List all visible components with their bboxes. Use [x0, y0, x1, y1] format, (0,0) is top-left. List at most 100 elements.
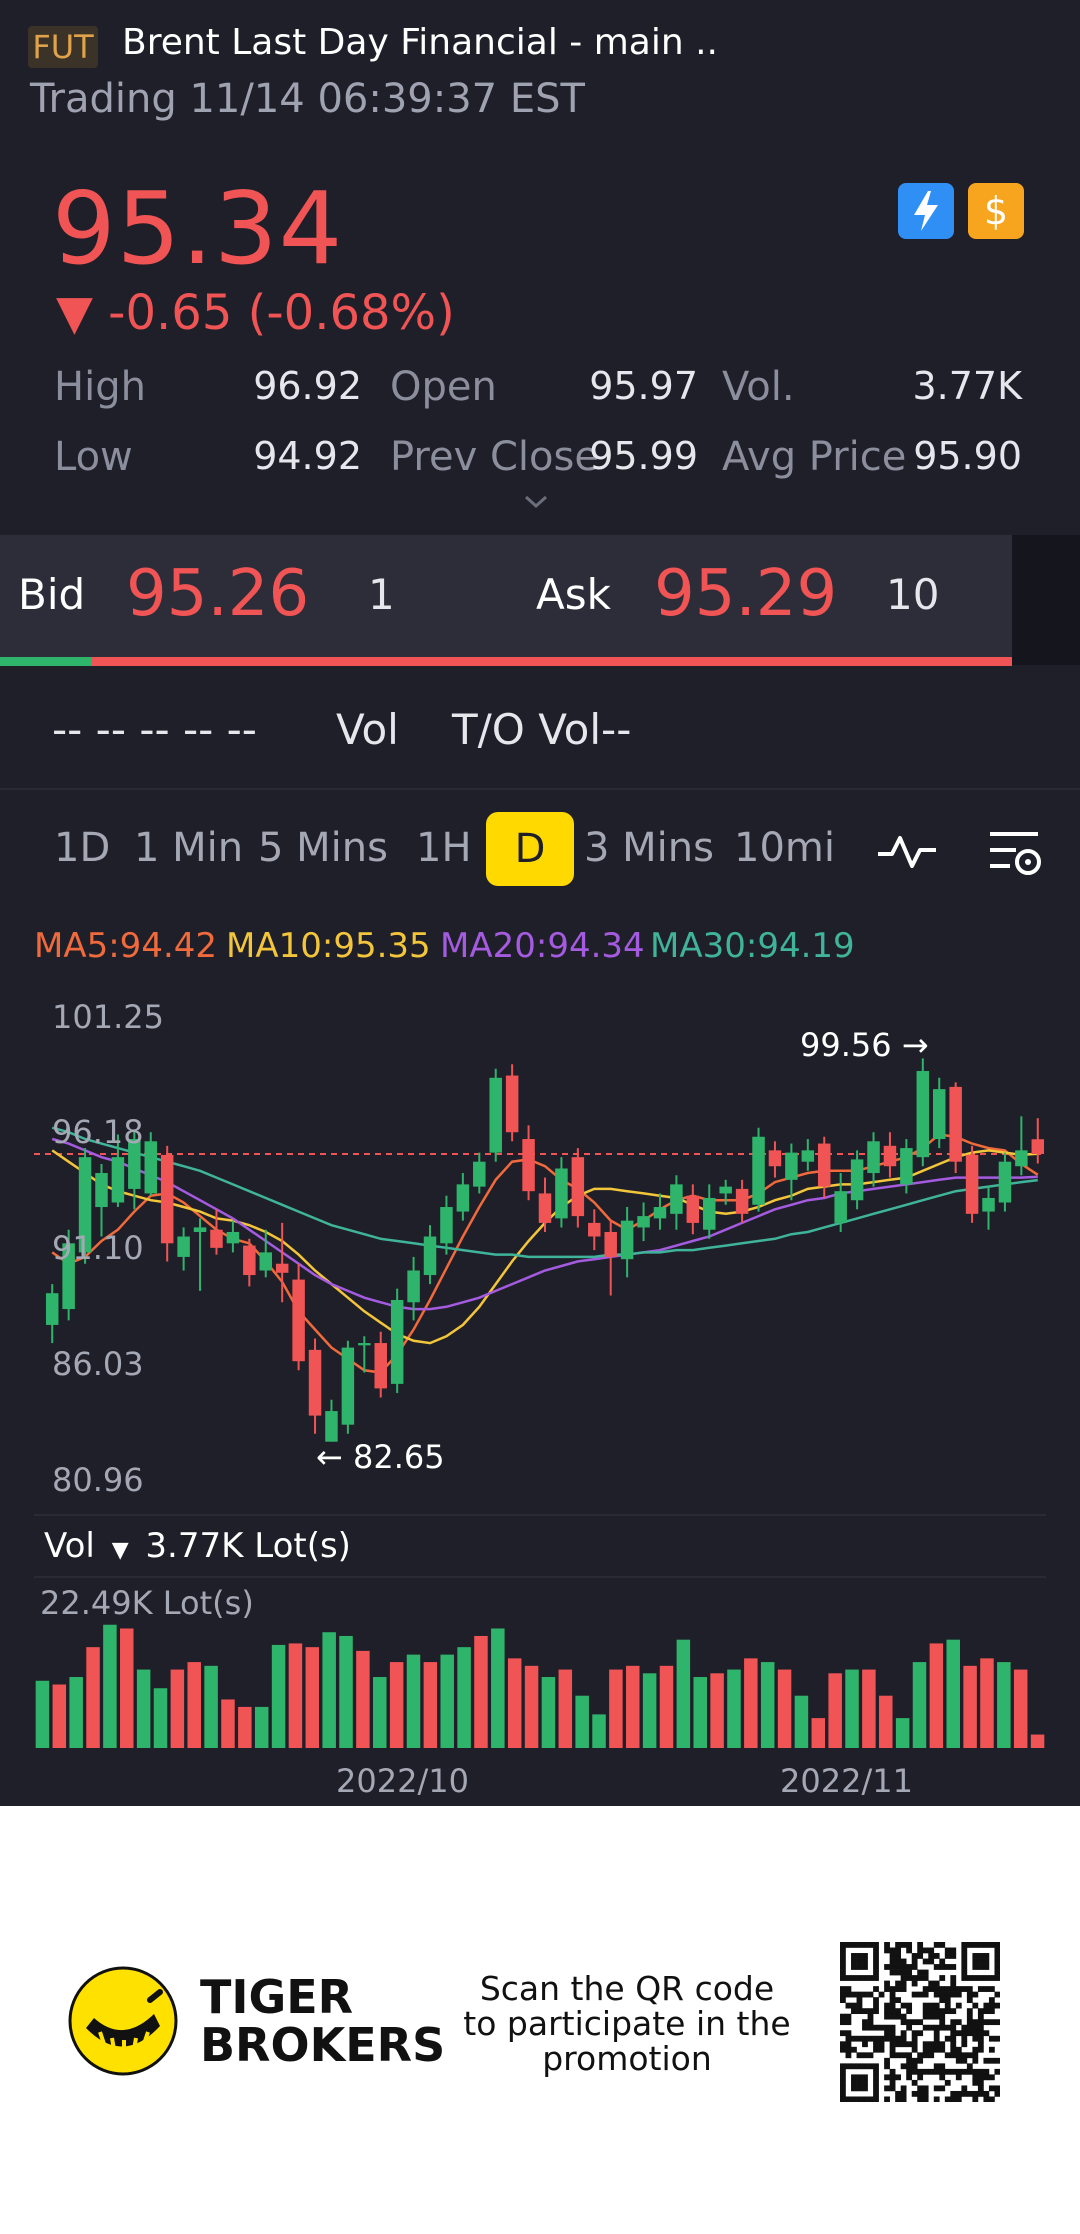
qr-module	[933, 2085, 940, 2092]
qr-module	[840, 2019, 846, 2026]
qr-module	[840, 2079, 846, 2086]
instrument-title[interactable]: Brent Last Day Financial - main ..	[122, 22, 718, 63]
qr-module	[867, 2063, 874, 2070]
tab-1h[interactable]: 1H	[416, 825, 472, 871]
chevron-down-icon[interactable]	[522, 488, 550, 516]
qr-module	[944, 2008, 951, 2015]
qr-module	[988, 2002, 995, 2009]
qr-module	[889, 2052, 896, 2059]
qr-module	[977, 1986, 984, 1992]
candle-body	[95, 1173, 108, 1208]
qr-module	[856, 2074, 863, 2081]
qr-module	[933, 2041, 940, 2048]
qr-module	[950, 2090, 957, 2097]
qr-module	[939, 2063, 946, 2070]
candle-body	[259, 1252, 272, 1271]
qr-module	[840, 1997, 846, 2003]
volume-bar	[322, 1632, 336, 1748]
ask-price: 95.29	[654, 557, 838, 631]
qr-module	[889, 2024, 896, 2031]
qr-module	[862, 1991, 868, 1998]
qr-module	[922, 2024, 929, 2031]
candle-body	[45, 1293, 59, 1325]
qr-module	[867, 2008, 874, 2015]
candle-body	[144, 1141, 158, 1194]
qr-module	[889, 1997, 896, 2003]
qr-module	[851, 1958, 857, 1965]
dollar-icon[interactable]: $	[968, 183, 1024, 239]
prev-close-value: 95.99	[589, 434, 698, 478]
qr-module	[933, 2035, 940, 2042]
qr-module	[972, 2068, 979, 2075]
tab-1d[interactable]: 1D	[54, 825, 110, 871]
qr-module	[950, 2068, 957, 2075]
qr-module	[955, 2002, 962, 2009]
chart-divider	[34, 1514, 1046, 1516]
qr-module	[884, 2008, 890, 2015]
candle-body	[1015, 1150, 1028, 1167]
qr-module	[917, 2057, 924, 2064]
lightning-icon[interactable]	[898, 183, 954, 239]
volume-panel-header[interactable]: Vol ▼ 3.77K Lot(s)	[44, 1526, 351, 1566]
volume-bar	[305, 1647, 320, 1748]
qr-module	[944, 2024, 951, 2031]
qr-module	[928, 1980, 935, 1987]
candle-body	[818, 1143, 831, 1187]
qr-module	[911, 2019, 918, 2026]
volume-bar	[760, 1662, 775, 1748]
qr-module	[889, 2046, 896, 2053]
qr-module	[851, 2074, 857, 2081]
tab-3mins[interactable]: 3 Mins	[584, 825, 714, 871]
qr-module	[955, 2074, 962, 2081]
candle-body	[998, 1161, 1012, 1203]
qr-module	[933, 2046, 940, 2053]
tab-10min[interactable]: 10mi	[734, 825, 835, 871]
indicator-icon[interactable]	[876, 830, 938, 874]
tab-5mins[interactable]: 5 Mins	[258, 825, 388, 871]
qr-module	[840, 1953, 846, 1959]
volume-bar	[221, 1699, 235, 1748]
qr-module	[895, 2013, 901, 2020]
qr-module	[840, 2068, 846, 2075]
candlestick-chart[interactable]	[0, 990, 1080, 1530]
qr-module	[845, 2030, 852, 2037]
volume-bar	[693, 1677, 707, 1748]
qr-module	[988, 1942, 995, 1948]
qr-module	[994, 2068, 1000, 2075]
qr-module	[933, 1942, 940, 1948]
tab-1min[interactable]: 1 Min	[134, 825, 243, 871]
qr-module	[845, 1986, 852, 1992]
volume-bar	[120, 1628, 134, 1748]
qr-module	[900, 2090, 907, 2097]
volume-bar	[524, 1665, 539, 1748]
qr-module	[922, 2085, 929, 2092]
qr-module	[983, 2002, 990, 2009]
qr-module	[928, 2041, 935, 2048]
brand-line-1: TIGER	[200, 1970, 354, 2024]
qr-module	[939, 1964, 946, 1970]
qr-module	[939, 1958, 946, 1965]
qr-module	[988, 2008, 995, 2015]
qr-module	[900, 2019, 907, 2026]
volume-bars[interactable]	[0, 1580, 1080, 1750]
qr-module	[900, 2030, 907, 2037]
chart-settings-icon[interactable]	[988, 824, 1044, 880]
volume-label: Vol.	[722, 364, 795, 410]
qr-module	[840, 1942, 846, 1948]
candle-body	[1031, 1139, 1045, 1154]
candle-body	[883, 1145, 897, 1167]
qr-module	[900, 2002, 907, 2009]
qr-code[interactable]	[840, 1942, 1000, 2102]
candle-body	[177, 1236, 190, 1257]
qr-module	[840, 2013, 846, 2020]
qr-module	[895, 1958, 901, 1965]
low-value: 94.92	[253, 434, 362, 478]
qr-module	[862, 2019, 868, 2026]
qr-module	[884, 1986, 890, 1992]
qr-module	[977, 2046, 984, 2053]
candle-body	[374, 1343, 387, 1389]
qr-module	[950, 1986, 957, 1992]
tab-daily-active[interactable]: D	[486, 812, 574, 886]
qr-module	[944, 2035, 951, 2042]
qr-module	[966, 2008, 973, 2015]
